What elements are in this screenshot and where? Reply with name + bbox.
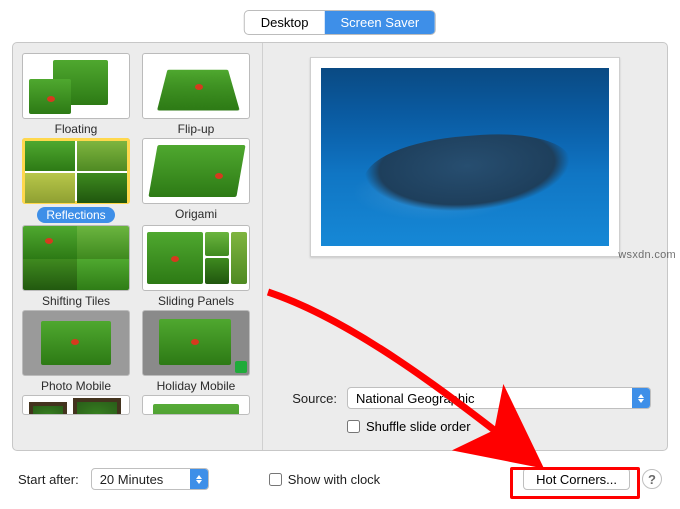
screen-saver-preview[interactable] bbox=[310, 57, 620, 257]
source-popup[interactable]: National Geographic bbox=[347, 387, 651, 409]
thumbnail-icon bbox=[22, 138, 130, 204]
watermark: wsxdn.com bbox=[618, 249, 676, 261]
preview-panel: Source: National Geographic Shuffle slid… bbox=[263, 43, 667, 450]
saver-item-holiday-mobile[interactable]: Holiday Mobile bbox=[141, 310, 251, 393]
thumbnail-icon bbox=[22, 53, 130, 119]
saver-label: Shifting Tiles bbox=[42, 294, 110, 308]
thumbnail-icon bbox=[142, 138, 250, 204]
saver-label: Photo Mobile bbox=[41, 379, 111, 393]
hot-corners-button[interactable]: Hot Corners... bbox=[523, 468, 630, 490]
start-after-value: 20 Minutes bbox=[100, 472, 164, 487]
updown-icon bbox=[190, 469, 208, 489]
saver-label: Origami bbox=[175, 207, 217, 221]
saver-label: Sliding Panels bbox=[158, 294, 234, 308]
bottom-bar: Start after: 20 Minutes Show with clock … bbox=[18, 463, 662, 495]
thumbnail-icon bbox=[142, 225, 250, 291]
saver-label: Holiday Mobile bbox=[157, 379, 236, 393]
saver-label: Floating bbox=[55, 122, 98, 136]
saver-item-shifting-tiles[interactable]: Shifting Tiles bbox=[21, 225, 131, 308]
tab-desktop[interactable]: Desktop bbox=[245, 11, 325, 34]
saver-label: Reflections bbox=[37, 207, 114, 223]
show-with-clock-checkbox[interactable]: Show with clock bbox=[269, 472, 380, 487]
start-after-label: Start after: bbox=[18, 472, 79, 487]
help-button[interactable]: ? bbox=[642, 469, 662, 489]
saver-item-reflections[interactable]: Reflections bbox=[21, 138, 131, 223]
source-label: Source: bbox=[279, 391, 337, 406]
thumbnail-icon bbox=[22, 395, 130, 415]
screen-saver-pref-pane: Desktop Screen Saver Floating Flip-up bbox=[0, 0, 680, 509]
preview-image bbox=[321, 68, 609, 246]
screen-saver-list[interactable]: Floating Flip-up Reflections bbox=[13, 43, 263, 450]
saver-item-sliding-panels[interactable]: Sliding Panels bbox=[141, 225, 251, 308]
shuffle-checkbox[interactable]: Shuffle slide order bbox=[347, 419, 471, 434]
thumbnail-icon bbox=[22, 310, 130, 376]
thumbnail-icon bbox=[142, 310, 250, 376]
show-clock-label: Show with clock bbox=[288, 472, 380, 487]
content-pane: Floating Flip-up Reflections bbox=[12, 42, 668, 451]
thumbnail-icon bbox=[142, 395, 250, 415]
saver-item-photo-mobile[interactable]: Photo Mobile bbox=[21, 310, 131, 393]
checkbox-icon[interactable] bbox=[269, 473, 282, 486]
source-controls: Source: National Geographic Shuffle slid… bbox=[277, 387, 653, 450]
tab-segmented-control: Desktop Screen Saver bbox=[244, 10, 436, 35]
checkbox-icon[interactable] bbox=[347, 420, 360, 433]
saver-item-partial[interactable] bbox=[21, 395, 131, 415]
thumbnail-icon bbox=[142, 53, 250, 119]
saver-item-floating[interactable]: Floating bbox=[21, 53, 131, 136]
thumbnail-icon bbox=[22, 225, 130, 291]
start-after-popup[interactable]: 20 Minutes bbox=[91, 468, 209, 490]
updown-icon bbox=[632, 388, 650, 408]
tab-screen-saver[interactable]: Screen Saver bbox=[324, 11, 435, 34]
saver-item-flip-up[interactable]: Flip-up bbox=[141, 53, 251, 136]
source-value: National Geographic bbox=[356, 391, 475, 406]
shuffle-label: Shuffle slide order bbox=[366, 419, 471, 434]
saver-item-partial[interactable] bbox=[141, 395, 251, 415]
saver-item-origami[interactable]: Origami bbox=[141, 138, 251, 223]
saver-label: Flip-up bbox=[178, 122, 215, 136]
